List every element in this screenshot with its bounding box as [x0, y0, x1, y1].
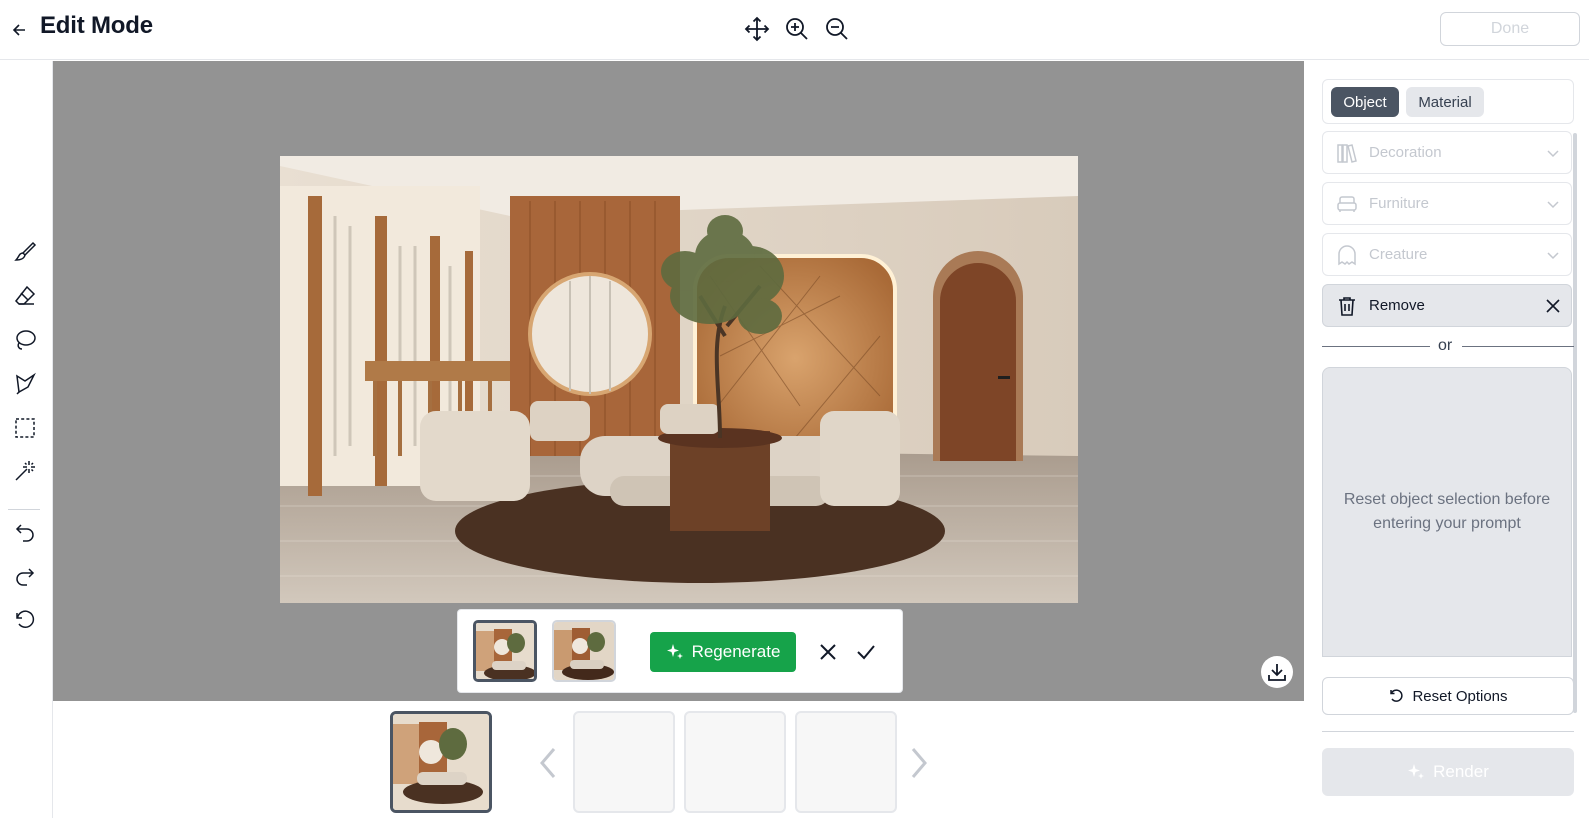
decoration-dropdown[interactable]: Decoration	[1322, 131, 1572, 174]
accept-check-icon[interactable]	[854, 640, 878, 664]
regenerate-label: Regenerate	[691, 642, 781, 661]
mode-tabs: Object Material	[1322, 79, 1574, 124]
undo-icon[interactable]	[12, 519, 38, 545]
sparkles-icon	[666, 644, 683, 659]
reset-options-button[interactable]: Reset Options	[1322, 677, 1574, 715]
zoom-in-icon[interactable]	[784, 14, 810, 44]
tab-object[interactable]: Object	[1331, 87, 1399, 117]
room-render-image[interactable]	[280, 156, 1078, 603]
reset-options-label: Reset Options	[1412, 687, 1508, 705]
view-tools	[744, 14, 850, 44]
render-label: Render	[1433, 762, 1489, 781]
chevron-down-icon	[1545, 196, 1561, 212]
panel-divider	[1322, 731, 1574, 732]
remove-label: Remove	[1369, 297, 1425, 314]
page-title: Edit Mode	[40, 12, 153, 39]
trash-icon	[1335, 294, 1359, 318]
prompt-area[interactable]: Reset object selection before entering y…	[1322, 367, 1572, 657]
filmstrip-slot-4[interactable]	[795, 711, 897, 813]
chevron-down-icon	[1545, 145, 1561, 161]
magic-wand-icon[interactable]	[12, 458, 38, 484]
discard-icon[interactable]	[816, 640, 840, 664]
remove-option[interactable]: Remove	[1322, 284, 1572, 327]
render-button[interactable]: Render	[1322, 748, 1574, 796]
rect-select-icon[interactable]	[12, 415, 38, 441]
creature-dropdown[interactable]: Creature	[1322, 233, 1572, 276]
download-icon[interactable]	[1261, 656, 1293, 688]
done-button[interactable]: Done	[1440, 12, 1580, 46]
regenerate-button[interactable]: Regenerate	[650, 632, 796, 672]
decoration-label: Decoration	[1369, 144, 1442, 161]
filmstrip-slot-3[interactable]	[684, 711, 786, 813]
filmstrip-next-icon[interactable]	[906, 744, 932, 782]
close-icon[interactable]	[1545, 298, 1561, 314]
prompt-hint: Reset object selection before entering y…	[1343, 491, 1551, 532]
reset-icon	[1390, 689, 1404, 702]
redo-icon[interactable]	[12, 563, 38, 589]
tool-sidebar	[0, 61, 53, 818]
tab-material[interactable]: Material	[1406, 87, 1484, 117]
polygon-lasso-icon[interactable]	[12, 371, 38, 397]
image-canvas[interactable]	[53, 61, 1304, 701]
eraser-icon[interactable]	[12, 283, 38, 309]
sparkles-icon	[1408, 764, 1425, 779]
variant-thumbnail-1[interactable]	[473, 620, 537, 682]
filmstrip-slot-2[interactable]	[573, 711, 675, 813]
sofa-icon	[1335, 192, 1359, 216]
ghost-icon	[1335, 243, 1359, 267]
furniture-label: Furniture	[1369, 195, 1430, 212]
header: Edit Mode Done	[0, 0, 1589, 60]
zoom-out-icon[interactable]	[824, 14, 850, 44]
chevron-down-icon	[1545, 247, 1561, 263]
books-icon	[1335, 141, 1359, 165]
filmstrip-prev-icon[interactable]	[535, 744, 561, 782]
lasso-icon[interactable]	[12, 327, 38, 353]
or-label: or	[1438, 337, 1453, 354]
options-panel: Object Material Decoration Furniture Cre…	[1304, 61, 1589, 818]
back-arrow-icon[interactable]	[8, 18, 32, 42]
variant-thumbnail-2[interactable]	[552, 620, 616, 682]
furniture-dropdown[interactable]: Furniture	[1322, 182, 1572, 225]
creature-label: Creature	[1369, 246, 1428, 263]
brush-icon[interactable]	[12, 239, 38, 265]
filmstrip	[53, 701, 1304, 818]
move-icon[interactable]	[744, 14, 770, 44]
filmstrip-thumbnail-1[interactable]	[390, 711, 492, 813]
variant-selector: Regenerate	[457, 609, 903, 693]
reset-icon[interactable]	[12, 607, 38, 633]
toolbar-divider	[8, 509, 40, 510]
panel-scrollbar[interactable]	[1573, 133, 1577, 713]
or-divider: or	[1322, 336, 1574, 356]
